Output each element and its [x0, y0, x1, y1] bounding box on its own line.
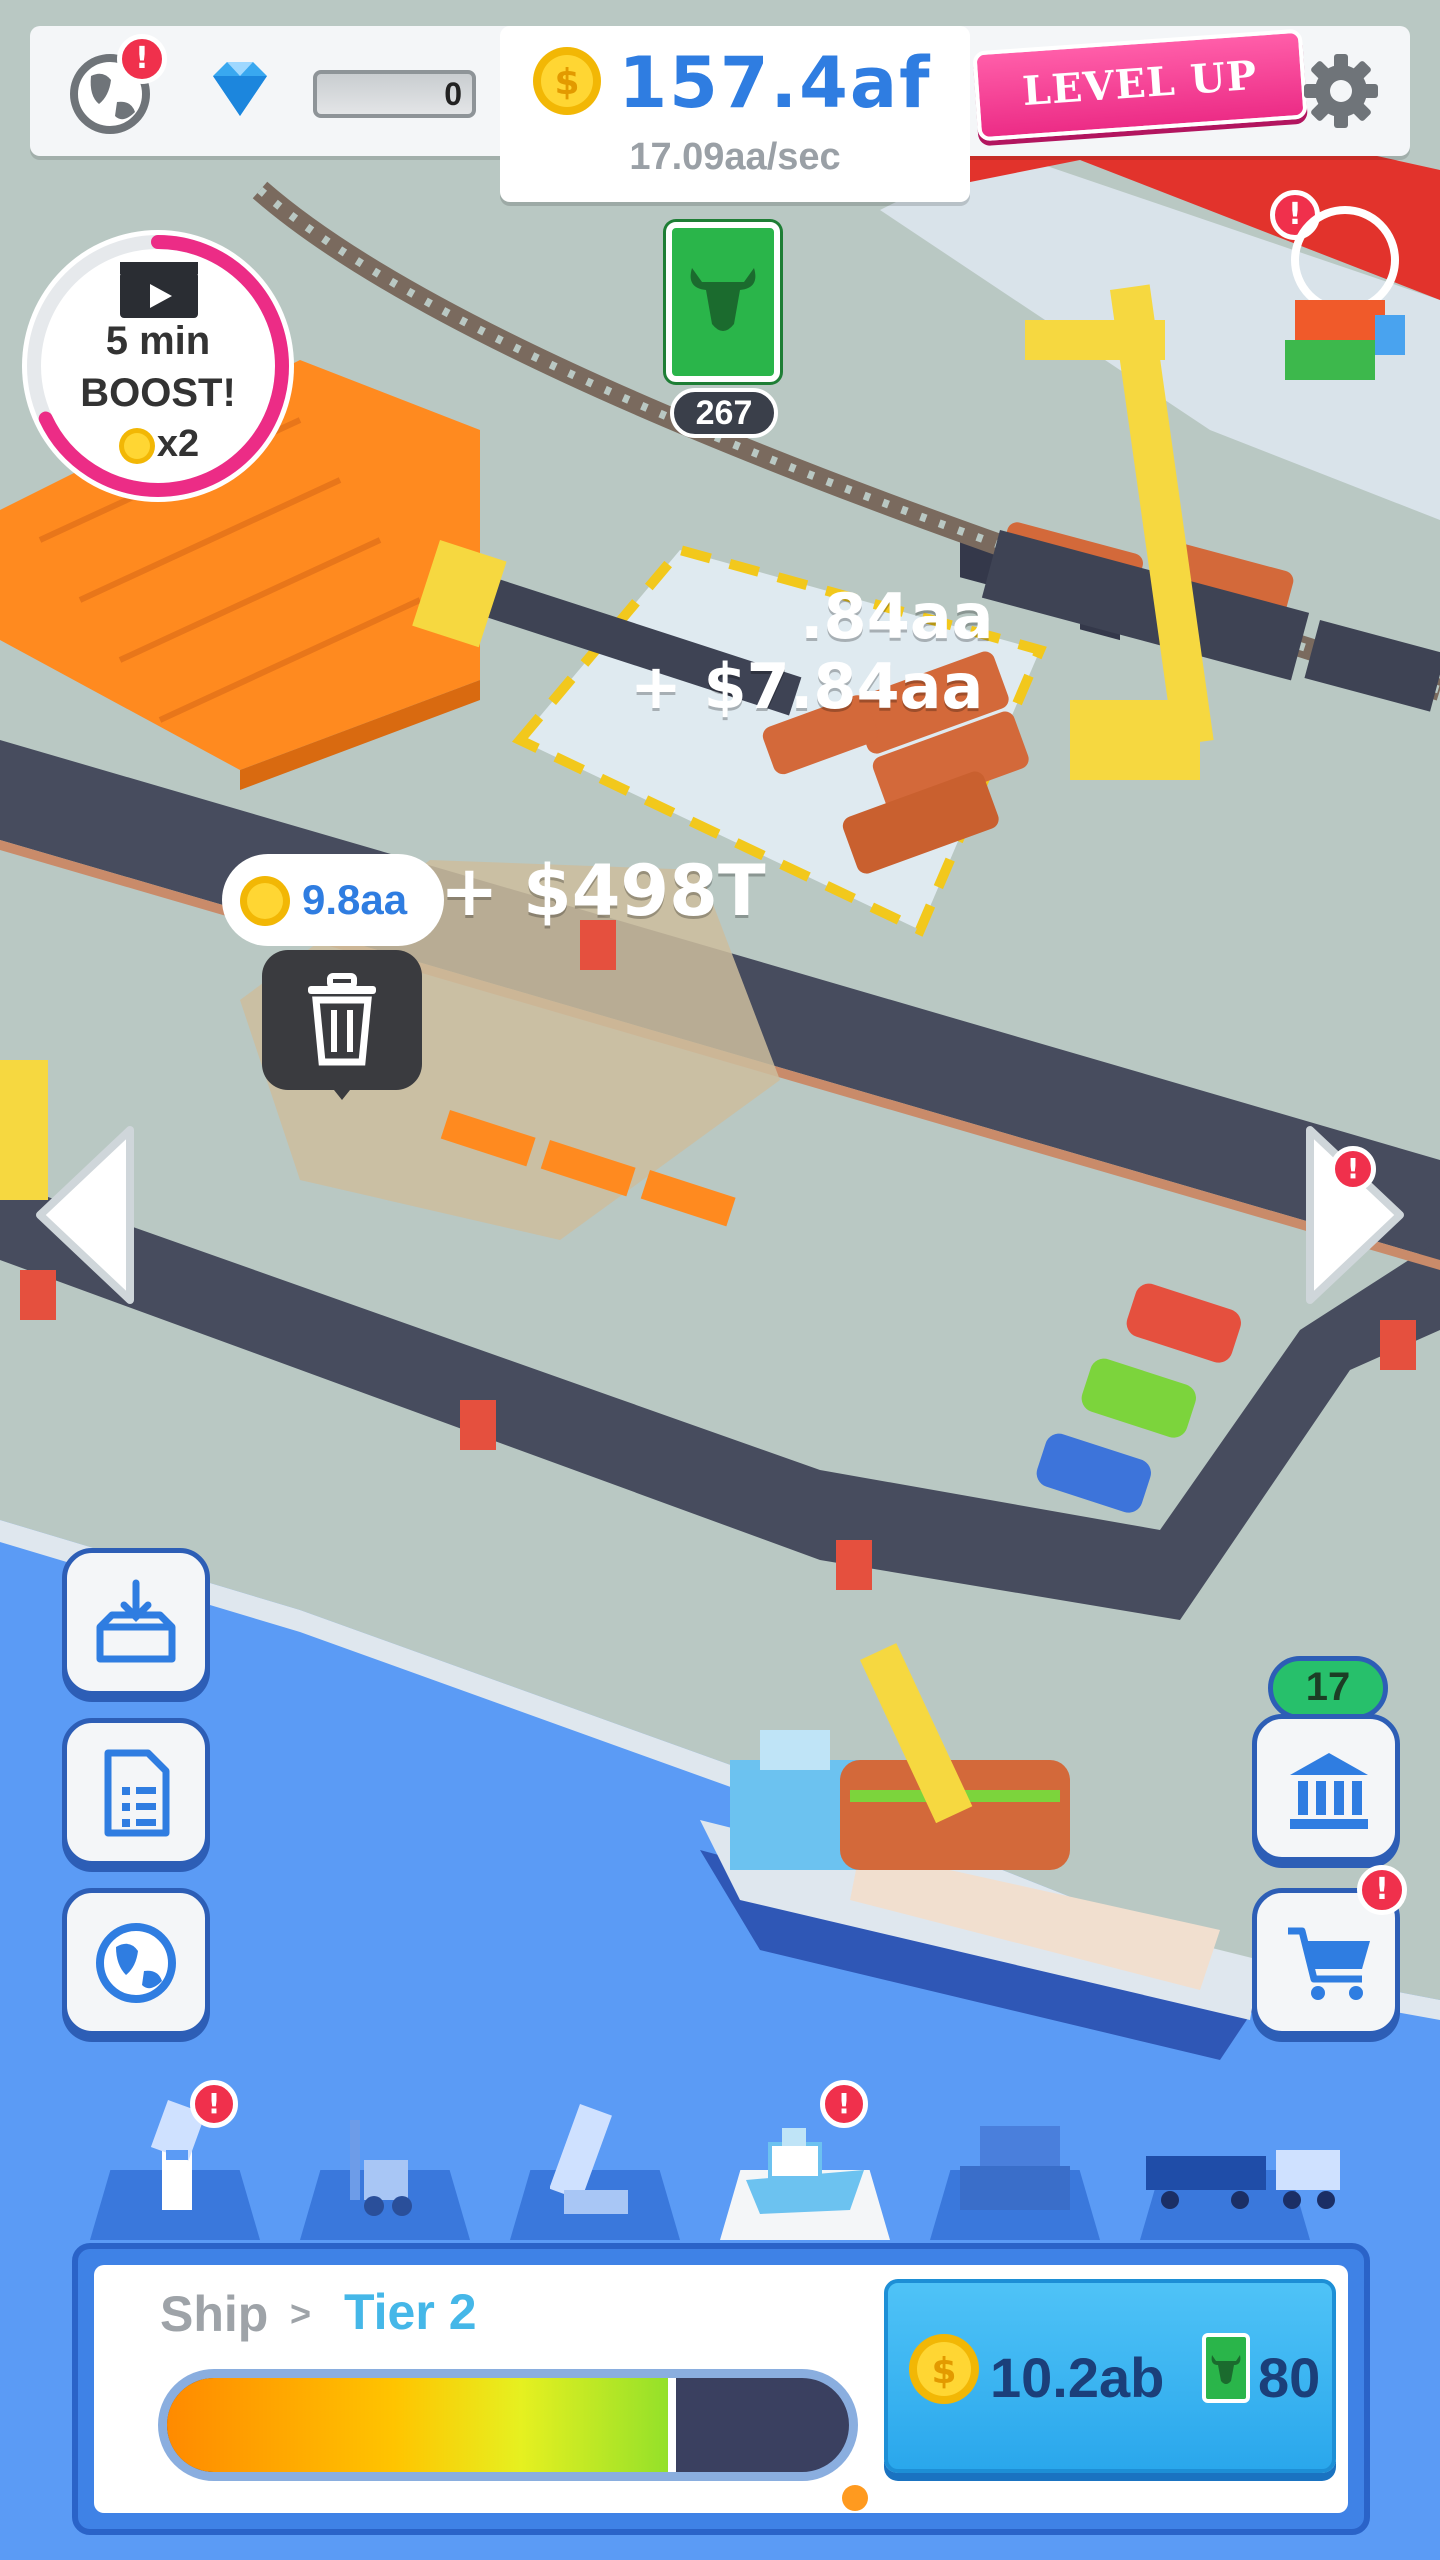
tab-crane[interactable]: !	[90, 2080, 260, 2240]
deliveries-button[interactable]	[62, 1548, 210, 1696]
world-map-button[interactable]: !	[65, 34, 167, 136]
bull-icon	[1211, 2355, 1241, 2384]
alert-badge: !	[1357, 1865, 1407, 1915]
trash-icon	[308, 973, 376, 1066]
bank-icon	[1290, 1753, 1368, 1829]
resource-card[interactable]	[666, 222, 780, 382]
train-icon	[1146, 2150, 1340, 2209]
svg-text:$: $	[931, 2351, 956, 2392]
progress-marker	[667, 2378, 676, 2472]
tier-progress-bar	[158, 2369, 858, 2481]
settings-button[interactable]	[1298, 48, 1384, 134]
upgrade-resource-cost: 80	[1258, 2346, 1321, 2409]
forklift-icon	[350, 2120, 412, 2216]
boost-multiplier-text: x2	[156, 423, 200, 465]
boost-label: 5 min BOOST!	[22, 315, 294, 419]
alert-badge: !	[190, 2080, 238, 2128]
video-icon	[120, 262, 198, 318]
cart-icon	[1288, 1927, 1370, 2000]
loader-icon	[550, 2104, 628, 2214]
bank-button[interactable]	[1252, 1714, 1400, 1862]
upgrade-price: 10.2ab	[990, 2346, 1165, 2409]
inbox-download-icon	[96, 1579, 176, 1663]
delete-button[interactable]	[262, 950, 422, 1100]
coin-icon: $	[909, 2334, 979, 2404]
globe-icon	[96, 1923, 176, 2003]
tier-label: Tier 2	[344, 2284, 477, 2340]
bank-count-badge: 17	[1268, 1656, 1388, 1720]
boost-multiplier: x2	[22, 423, 294, 466]
chevron-left-icon	[36, 1126, 134, 1304]
upgrade-buy-button[interactable]: $ 10.2ab 80	[884, 2279, 1336, 2473]
tab-forklift[interactable]	[300, 2090, 470, 2240]
sell-price: 9.8aa	[302, 876, 408, 923]
level-up-button[interactable]: LEVEL UP	[972, 28, 1308, 142]
alert-badge: !	[1330, 1146, 1376, 1192]
tab-ship[interactable]: !	[720, 2080, 890, 2240]
floating-income-b: + $7.84aa	[630, 650, 984, 723]
tab-loader[interactable]	[510, 2090, 680, 2240]
breadcrumb-separator: >	[290, 2293, 312, 2334]
boost-button[interactable]: 5 min BOOST! x2	[22, 230, 294, 502]
money-panel: $ 157.4af 17.09aa/sec	[500, 26, 970, 202]
document-icon	[104, 1749, 170, 1837]
warehouse-upgrade-icon[interactable]	[1265, 200, 1415, 410]
diamond-icon	[213, 62, 267, 116]
world-button[interactable]	[62, 1888, 210, 2036]
alert-badge: !	[820, 2080, 868, 2128]
gem-counter: 0	[195, 56, 495, 126]
scroll-left-button[interactable]	[30, 1120, 140, 1310]
floating-income-a: .84aa	[800, 580, 994, 653]
container-icon	[960, 2126, 1070, 2210]
money-amount: 157.4af	[618, 42, 932, 124]
tab-warehouse[interactable]	[930, 2090, 1100, 2240]
progress-fill	[167, 2378, 672, 2472]
sell-price-bubble: 9.8aa	[222, 854, 444, 946]
upgrade-panel: Ship > Tier 2 $ 10.2ab 80	[72, 2243, 1370, 2535]
coin-icon	[240, 876, 290, 926]
boost-title: BOOST!	[80, 371, 236, 415]
tab-train[interactable]	[1140, 2090, 1340, 2240]
scroll-right-button[interactable]: !	[1300, 1120, 1410, 1310]
bull-icon	[690, 268, 756, 331]
gem-amount: 0	[313, 70, 476, 118]
gear-icon	[1304, 54, 1378, 128]
category-label: Ship	[160, 2286, 269, 2342]
category-tabs: ! !	[80, 2080, 1380, 2240]
contracts-button[interactable]	[62, 1718, 210, 1866]
alert-badge: !	[117, 34, 167, 84]
resource-count: 267	[670, 388, 778, 438]
upgrade-panel-inner: Ship > Tier 2 $ 10.2ab 80	[94, 2265, 1348, 2513]
shop-button[interactable]: !	[1252, 1865, 1407, 2036]
floating-income-c: + $498T	[440, 850, 766, 932]
bull-card-icon	[1202, 2333, 1250, 2403]
income-rate: 17.09aa/sec	[629, 136, 841, 178]
progress-end-dot	[842, 2485, 868, 2511]
coin-icon	[118, 427, 155, 464]
boost-duration: 5 min	[105, 319, 211, 363]
